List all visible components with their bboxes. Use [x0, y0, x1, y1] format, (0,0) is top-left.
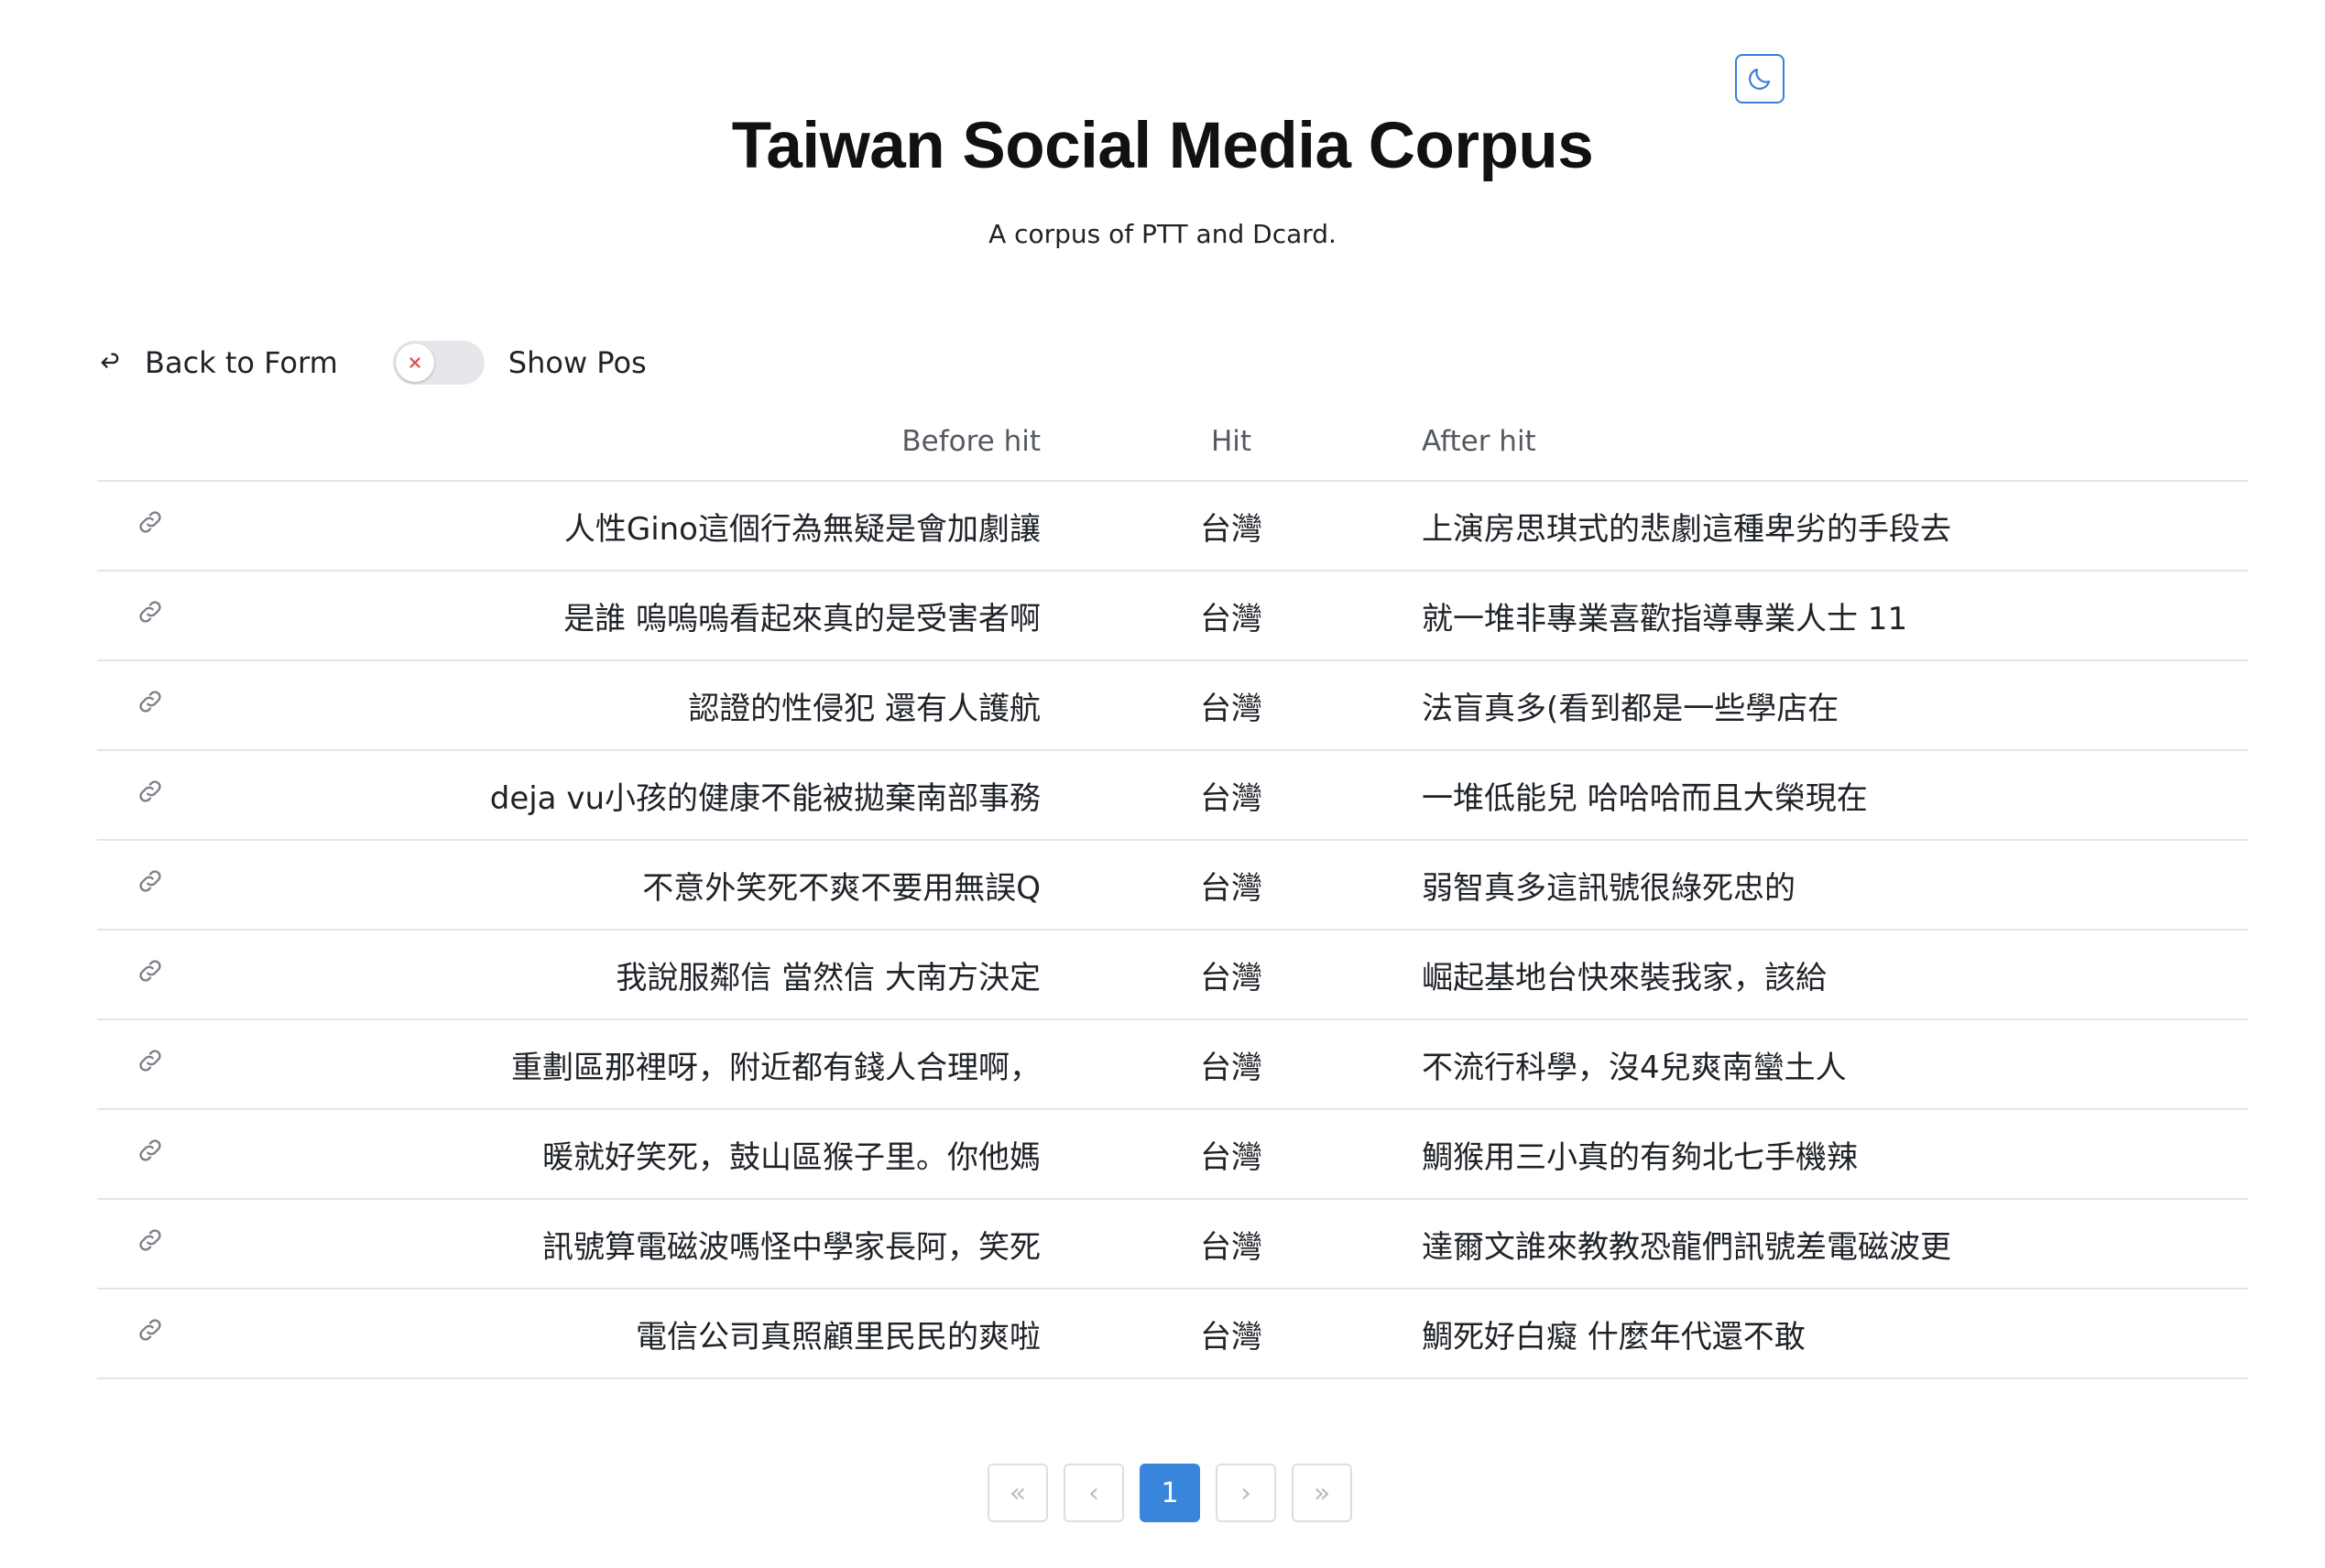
- page-subtitle: A corpus of PTT and Dcard.: [988, 219, 1337, 249]
- before-hit-cell: 重劃區那裡呀，附近都有錢人合理啊，: [207, 1019, 1041, 1110]
- show-pos-label: Show Pos: [508, 345, 647, 380]
- hit-cell: 台灣: [1041, 1019, 1422, 1110]
- link-icon[interactable]: [136, 1315, 165, 1345]
- after-hit-cell: 鯛死好白癡 什麼年代還不敢: [1422, 1289, 2248, 1379]
- after-hit-cell: 達爾文誰來教教恐龍們訊號差電磁波更: [1422, 1199, 2248, 1290]
- table-row: 是誰 嗚嗚嗚看起來真的是受害者啊 台灣 就一堆非專業喜歡指導專業人士 11: [97, 571, 2248, 661]
- hit-cell: 台灣: [1041, 1109, 1422, 1200]
- after-hit-header: After hit: [1422, 403, 2248, 482]
- link-icon[interactable]: [136, 1225, 165, 1255]
- toggle-knob: [395, 343, 434, 382]
- page-1-button[interactable]: 1: [1140, 1464, 1200, 1522]
- back-to-form-label: Back to Form: [145, 345, 338, 380]
- return-arrow-icon: [97, 350, 123, 376]
- hit-cell: 台灣: [1041, 1289, 1422, 1379]
- after-hit-cell: 弱智真多這訊號很綠死忠的: [1422, 840, 2248, 931]
- show-pos-toggle[interactable]: [392, 341, 485, 385]
- close-icon: [409, 357, 420, 368]
- hit-cell: 台灣: [1041, 660, 1422, 751]
- before-hit-cell: 認證的性侵犯 還有人護航: [207, 660, 1041, 751]
- table-row: deja vu小孩的健康不能被拋棄南部事務 台灣 一堆低能兒 哈哈哈而且大榮現在: [97, 750, 2248, 841]
- before-hit-cell: 我說服鄰信 當然信 大南方決定: [207, 930, 1041, 1020]
- after-hit-cell: 不流行科學，沒4兒爽南蠻土人: [1422, 1019, 2248, 1110]
- prev-page-button[interactable]: ‹: [1064, 1464, 1124, 1522]
- before-hit-cell: 人性Gino這個行為無疑是會加劇讓: [207, 481, 1041, 572]
- before-hit-cell: 不意外笑死不爽不要用無誤Q: [207, 840, 1041, 931]
- back-to-form-link[interactable]: Back to Form: [97, 345, 338, 380]
- table-row: 認證的性侵犯 還有人護航 台灣 法盲真多(看到都是一些學店在: [97, 660, 2248, 751]
- hit-header: Hit: [1041, 403, 1422, 482]
- table-row: 我說服鄰信 當然信 大南方決定 台灣 崛起基地台快來裝我家，該給: [97, 930, 2248, 1020]
- hit-cell: 台灣: [1041, 840, 1422, 931]
- before-hit-header: Before hit: [207, 403, 1041, 482]
- before-hit-cell: 暖就好笑死，鼓山區猴子里。你他媽: [207, 1109, 1041, 1200]
- link-column-header: [97, 403, 207, 482]
- link-icon[interactable]: [136, 866, 165, 896]
- after-hit-cell: 一堆低能兒 哈哈哈而且大榮現在: [1422, 750, 2248, 841]
- link-icon[interactable]: [136, 507, 165, 537]
- hit-cell: 台灣: [1041, 750, 1422, 841]
- link-icon[interactable]: [136, 956, 165, 985]
- pagination: « ‹ 1 › »: [988, 1464, 1368, 1522]
- before-hit-cell: 是誰 嗚嗚嗚看起來真的是受害者啊: [207, 571, 1041, 661]
- after-hit-cell: 鯛猴用三小真的有夠北七手機辣: [1422, 1109, 2248, 1200]
- last-page-button[interactable]: »: [1292, 1464, 1352, 1522]
- controls-bar: Back to Form Show Pos: [97, 337, 647, 388]
- before-hit-cell: deja vu小孩的健康不能被拋棄南部事務: [207, 750, 1041, 841]
- link-icon[interactable]: [136, 687, 165, 716]
- before-hit-cell: 訊號算電磁波嗎怪中學家長阿，笑死: [207, 1199, 1041, 1290]
- before-hit-cell: 電信公司真照顧里民民的爽啦: [207, 1289, 1041, 1379]
- after-hit-cell: 上演房思琪式的悲劇這種卑劣的手段去: [1422, 481, 2248, 572]
- table-header-row: Before hit Hit After hit: [97, 403, 2248, 482]
- table-row: 電信公司真照顧里民民的爽啦 台灣 鯛死好白癡 什麼年代還不敢: [97, 1289, 2248, 1379]
- after-hit-cell: 崛起基地台快來裝我家，該給: [1422, 930, 2248, 1020]
- link-icon[interactable]: [136, 1046, 165, 1075]
- table-row: 重劃區那裡呀，附近都有錢人合理啊， 台灣 不流行科學，沒4兒爽南蠻土人: [97, 1019, 2248, 1110]
- table-row: 訊號算電磁波嗎怪中學家長阿，笑死 台灣 達爾文誰來教教恐龍們訊號差電磁波更: [97, 1199, 2248, 1290]
- hit-cell: 台灣: [1041, 930, 1422, 1020]
- theme-toggle-button[interactable]: [1735, 54, 1785, 103]
- first-page-button[interactable]: «: [988, 1464, 1048, 1522]
- table-row: 人性Gino這個行為無疑是會加劇讓 台灣 上演房思琪式的悲劇這種卑劣的手段去: [97, 481, 2248, 572]
- next-page-button[interactable]: ›: [1216, 1464, 1276, 1522]
- hit-cell: 台灣: [1041, 481, 1422, 572]
- link-icon[interactable]: [136, 597, 165, 626]
- link-icon[interactable]: [136, 777, 165, 806]
- results-table: Before hit Hit After hit 人性Gino這個行為無疑是會加…: [97, 403, 2248, 1379]
- after-hit-cell: 就一堆非專業喜歡指導專業人士 11: [1422, 571, 2248, 661]
- after-hit-cell: 法盲真多(看到都是一些學店在: [1422, 660, 2248, 751]
- page-title: Taiwan Social Media Corpus: [731, 110, 1594, 182]
- hit-cell: 台灣: [1041, 571, 1422, 661]
- table-row: 不意外笑死不爽不要用無誤Q 台灣 弱智真多這訊號很綠死忠的: [97, 840, 2248, 931]
- hit-cell: 台灣: [1041, 1199, 1422, 1290]
- link-icon[interactable]: [136, 1136, 165, 1165]
- moon-icon: [1749, 68, 1771, 90]
- table-row: 暖就好笑死，鼓山區猴子里。你他媽 台灣 鯛猴用三小真的有夠北七手機辣: [97, 1109, 2248, 1200]
